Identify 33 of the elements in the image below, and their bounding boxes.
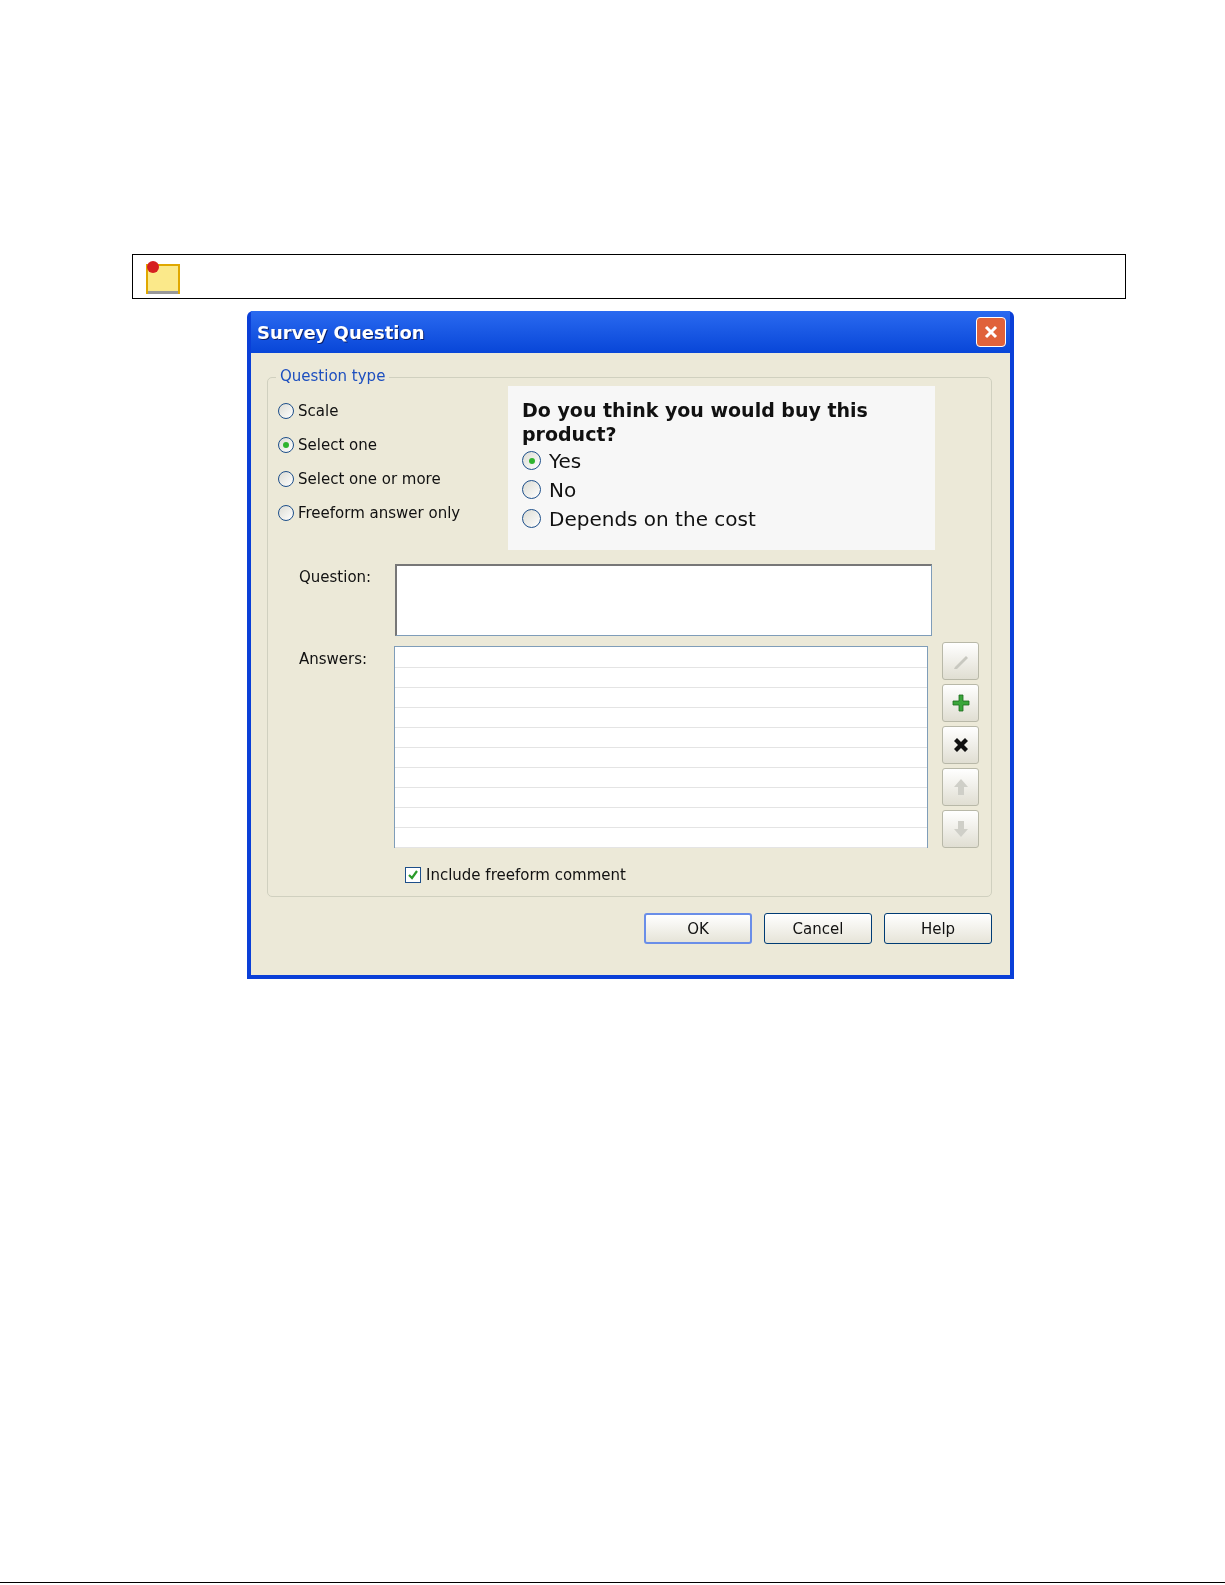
sticky-note-icon (144, 258, 182, 295)
window-title: Survey Question (257, 321, 425, 343)
delete-button[interactable] (942, 726, 979, 764)
radio-option[interactable]: Select one (278, 428, 508, 462)
preview-option: Yes (549, 448, 582, 473)
radio-option[interactable]: Select one or more (278, 462, 508, 496)
radio-label: Select one (298, 436, 377, 454)
radio-button[interactable] (278, 471, 294, 487)
radio-label: Select one or more (298, 470, 441, 488)
preview-option: Depends on the cost (549, 506, 756, 531)
question-field[interactable] (395, 564, 932, 636)
checkbox-label: Include freeform comment (426, 866, 626, 884)
plus-icon (950, 693, 971, 713)
radio-button[interactable] (278, 505, 294, 521)
radio-label: Freeform answer only (298, 504, 461, 522)
radio-button[interactable] (278, 403, 294, 419)
group-legend: Question type (276, 367, 390, 385)
radio-button[interactable] (278, 437, 294, 453)
close-icon (983, 324, 999, 340)
dialog-button[interactable]: Cancel (764, 913, 872, 944)
dialog-button[interactable]: Help (884, 913, 992, 944)
preview-question: Do you think you would buy this product? (522, 398, 869, 446)
checkbox[interactable] (405, 867, 421, 883)
check-icon (407, 869, 419, 881)
radio-label: Scale (298, 402, 339, 420)
radio-option[interactable]: Freeform answer only (278, 496, 508, 530)
question-label: Question: (298, 567, 373, 588)
dialog-button[interactable]: OK (644, 913, 752, 944)
preview-option: No (549, 477, 577, 502)
add-button[interactable] (942, 684, 979, 722)
close-button[interactable] (976, 317, 1006, 347)
answers-label: Answers: (298, 649, 369, 670)
radio-option[interactable]: Scale (278, 394, 508, 428)
